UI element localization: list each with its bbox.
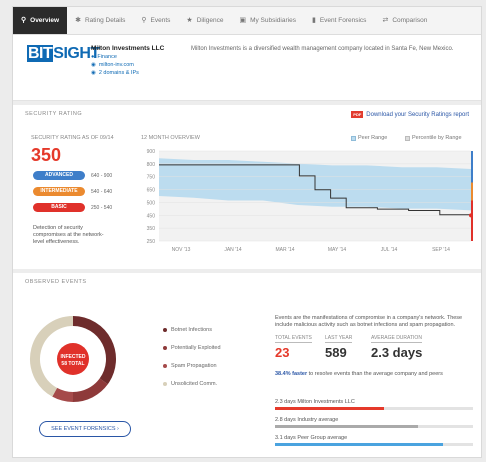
- legend-percentile[interactable]: Percentile by Range: [405, 135, 462, 141]
- settings-icon: ✱: [75, 17, 81, 24]
- y-tick-label: 650: [147, 188, 156, 194]
- pdf-icon: PDF: [351, 111, 364, 118]
- events-donut-chart[interactable]: INFECTED58 TOTAL: [27, 313, 119, 405]
- rating-description: Detection of security compromises at the…: [33, 225, 104, 246]
- donut-segment: [52, 387, 74, 402]
- bitsight-logo: BITSIGHT: [27, 45, 100, 62]
- band-advanced: ADVANCED: [33, 171, 85, 180]
- company-header: BITSIGHT Milton Investments LLC ● Finance…: [13, 35, 481, 101]
- x-tick-label: MAY '14: [328, 247, 346, 253]
- donut-segment: [72, 378, 108, 402]
- tab-label: My Subsidiaries: [250, 17, 296, 24]
- rating-history-chart[interactable]: 900 800 750 650 500 450 350 250 NOV '13 JAN '14 MA…: [131, 145, 477, 261]
- stat-last-year: LAST YEAR 589: [325, 335, 353, 360]
- tab-diligence[interactable]: ★ Diligence: [178, 7, 231, 34]
- x-tick-label: SEP '14: [432, 247, 450, 253]
- duration-bar: 2.3 days Milton Investments LLC: [275, 399, 473, 410]
- industry-line: ● Finance: [91, 54, 117, 60]
- tab-event-forensics[interactable]: ▮ Event Forensics: [304, 7, 374, 34]
- scale-intermediate: [471, 182, 473, 201]
- tab-label: Events: [150, 17, 171, 24]
- tab-comparison[interactable]: ⇄ Comparison: [374, 7, 435, 34]
- current-rating-marker: [469, 213, 473, 218]
- bar-fill: [275, 407, 384, 410]
- ip-link[interactable]: ◉ 2 domains & IPs: [91, 70, 139, 76]
- tag-icon: ●: [91, 54, 95, 60]
- legend-swatch: [405, 135, 410, 141]
- app-page: ⚲ Overview ✱ Rating Details ⚲ Events ★ D…: [12, 6, 482, 458]
- company-name: Milton Investments LLC: [91, 45, 165, 52]
- band-basic: BASIC: [33, 203, 85, 212]
- tab-label: Comparison: [392, 17, 428, 24]
- duration-bar: 3.1 days Peer Group average: [275, 435, 473, 446]
- security-section-title: SECURITY RATING: [25, 111, 83, 117]
- network-icon: ◉: [91, 70, 96, 76]
- website-link[interactable]: ◉ milton-inv.com: [91, 62, 134, 68]
- globe-icon: ◉: [91, 62, 96, 68]
- y-tick-label: 800: [147, 162, 156, 168]
- event-legend-item: Unsolicited Comm.: [163, 381, 217, 387]
- x-tick-label: JAN '14: [224, 247, 242, 253]
- band-intermediate: INTERMEDIATE: [33, 187, 85, 196]
- events-section-title: OBSERVED EVENTS: [25, 279, 87, 285]
- top-nav: ⚲ Overview ✱ Rating Details ⚲ Events ★ D…: [13, 7, 481, 35]
- x-tick-label: MAR '14: [275, 247, 294, 253]
- building-icon: ▣: [239, 17, 247, 24]
- band-range: 250 - 540: [91, 205, 113, 211]
- y-tick-label: 750: [147, 175, 156, 181]
- rating-value: 350: [31, 145, 62, 165]
- y-tick-label: 500: [147, 200, 156, 206]
- download-report-link[interactable]: PDF Download your Security Ratings repor…: [351, 111, 469, 118]
- legend-peer-range[interactable]: Peer Range: [351, 135, 387, 141]
- tab-label: Rating Details: [84, 17, 126, 24]
- bars-icon: ▮: [311, 17, 316, 24]
- donut-center-label: INFECTED: [61, 354, 86, 360]
- x-tick-label: JUL '14: [381, 247, 398, 253]
- duration-bar: 2.8 days Industry average: [275, 417, 473, 428]
- see-event-forensics-button[interactable]: SEE EVENT FORENSICS ›: [39, 421, 131, 437]
- resolution-note: 38.4% faster to resolve events than the …: [275, 371, 443, 377]
- company-description: Milton Investments is a diversified weal…: [191, 46, 454, 52]
- pin-icon: ⚲: [141, 17, 147, 24]
- events-intro: Events are the manifestations of comprom…: [275, 315, 463, 329]
- tab-label: Event Forensics: [319, 17, 367, 24]
- scale-advanced: [471, 151, 473, 183]
- tab-rating-details[interactable]: ✱ Rating Details: [67, 7, 133, 34]
- scale-basic: [471, 200, 473, 241]
- tab-label: Diligence: [196, 17, 224, 24]
- donut-center-label: 58 TOTAL: [61, 361, 84, 367]
- stat-average-duration: AVERAGE DURATION 2.3 days: [371, 335, 423, 360]
- event-legend-item: Spam Propagation: [163, 363, 217, 369]
- x-tick-label: NOV '13: [172, 247, 191, 253]
- star-icon: ★: [186, 17, 193, 24]
- y-tick-label: 250: [147, 239, 156, 245]
- divider: [13, 269, 481, 273]
- band-range: 640 - 900: [91, 173, 113, 179]
- legend-swatch: [351, 135, 356, 141]
- bar-fill: [275, 443, 444, 446]
- bar-fill: [275, 425, 418, 428]
- y-tick-label: 350: [147, 226, 156, 232]
- tab-overview[interactable]: ⚲ Overview: [13, 7, 68, 34]
- chart-title: 12 MONTH OVERVIEW: [141, 135, 200, 141]
- y-tick-label: 450: [147, 213, 156, 219]
- chevron-right-icon: ›: [117, 426, 119, 432]
- magnifier-icon: ⚲: [21, 17, 27, 24]
- tab-events[interactable]: ⚲ Events: [133, 7, 178, 34]
- band-range: 540 - 640: [91, 189, 113, 195]
- divider: [13, 101, 481, 105]
- tab-label: Overview: [30, 17, 60, 24]
- tab-my-subsidiaries[interactable]: ▣ My Subsidiaries: [231, 7, 304, 34]
- event-legend-item: Botnet Infections: [163, 327, 212, 333]
- rating-label: SECURITY RATING AS OF 09/14: [31, 135, 114, 141]
- event-legend-item: Potentially Exploited: [163, 345, 221, 351]
- compare-icon: ⇄: [382, 17, 389, 24]
- y-tick-label: 900: [147, 149, 156, 155]
- stat-total-events: TOTAL EVENTS 23: [275, 335, 312, 360]
